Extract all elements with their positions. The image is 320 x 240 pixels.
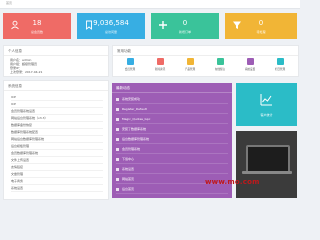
activity-label: 安装了数据库系统	[122, 127, 147, 131]
bullet-icon	[116, 97, 119, 101]
card-label: 客户统计	[260, 113, 273, 117]
settings-icon	[246, 58, 254, 65]
activity-label: 系统安装成功	[122, 97, 141, 101]
divider	[112, 92, 232, 93]
customer-stats-card[interactable]: 客户统计	[236, 83, 297, 126]
stat-label: 新增订单	[178, 30, 191, 34]
stat-card-orders[interactable]: 0 新增订单	[151, 13, 219, 39]
quick-item-messages[interactable]: 在线留言	[206, 58, 234, 71]
activity-label: 后台首页	[122, 187, 135, 191]
stat-card-members[interactable]: 18 总会员数	[3, 13, 71, 39]
activity-row[interactable]: 安装了数据库系统	[116, 125, 228, 134]
list-item[interactable]: 会员管理系统设置	[11, 108, 103, 115]
top-bar: 首页	[0, 0, 300, 9]
activity-label: 系统设置	[122, 167, 135, 171]
products-icon	[186, 58, 194, 65]
quick-item-news[interactable]: 新闻资讯	[146, 58, 174, 71]
watermark: www.mo.com	[205, 178, 260, 186]
stat-label: 总访问量	[104, 30, 117, 34]
list-item[interactable]: 网站后台管理系统（v3.3）	[11, 115, 103, 122]
list-item[interactable]: ICP	[11, 94, 103, 101]
quick-item-label: 栏目管理	[274, 68, 286, 71]
quick-item-products[interactable]: 产品管理	[176, 58, 204, 71]
members-icon	[126, 58, 134, 65]
bullet-icon	[116, 147, 119, 151]
divider	[4, 90, 108, 91]
activity-row[interactable]: 会员管理系统	[116, 145, 228, 154]
bullet-icon	[116, 107, 119, 111]
activity-label: 后台数据库管理系统	[122, 137, 150, 141]
stat-value: 0	[182, 19, 188, 27]
columns-icon	[276, 58, 284, 65]
activity-label: Register_Default	[122, 107, 147, 111]
panel-title: 系统信息	[8, 84, 22, 88]
list-item[interactable]: 电子商务	[11, 178, 103, 185]
bullet-icon	[116, 137, 119, 141]
info-panel: 个人信息 用户名：admin 用户组：超级管理员 登录IP： 上次登录：2017…	[3, 45, 109, 77]
list-item[interactable]: ICP	[11, 101, 103, 108]
stat-value: 18	[32, 19, 42, 27]
stat-label: 待处理	[256, 30, 266, 34]
list-item[interactable]: 友情链接	[11, 164, 103, 171]
list-item[interactable]: 后台模板管理	[11, 143, 103, 150]
top-bar-title: 首页	[6, 1, 13, 5]
activity-label: 会员管理系统	[122, 147, 141, 151]
activity-row[interactable]: 系统安装成功	[116, 95, 228, 104]
activity-row[interactable]: 系统设置	[116, 165, 228, 174]
quick-actions-panel: 常用功能 会员管理 新闻资讯 产品管理 在线留言 系统设置 栏目管理	[112, 45, 299, 77]
activity-row[interactable]: Register_Default	[116, 105, 228, 114]
bullet-icon	[116, 177, 119, 181]
system-info-panel: 系统信息 ICP ICP 会员管理系统设置 网站后台管理系统（v3.3） 数据库…	[3, 80, 109, 200]
divider	[113, 55, 298, 56]
chart-icon	[260, 91, 273, 106]
bullet-icon	[116, 157, 119, 161]
bullet-icon	[116, 187, 119, 191]
panel-title: 最新动态	[116, 86, 130, 90]
list-item[interactable]: 数据库管理系统配置	[11, 129, 103, 136]
activity-label: Magic_Quotes_Gpc	[122, 117, 151, 121]
news-icon	[156, 58, 164, 65]
laptop-base	[242, 171, 292, 174]
list-item[interactable]: 文件上传设置	[11, 157, 103, 164]
panel-title: 个人信息	[8, 49, 22, 53]
quick-item-members[interactable]: 会员管理	[116, 58, 144, 71]
activity-row[interactable]: 下载中心	[116, 155, 228, 164]
divider	[4, 55, 108, 56]
list-item[interactable]: 系统设置	[11, 185, 103, 192]
quick-item-label: 系统设置	[244, 68, 256, 71]
list-item[interactable]: 数据库备份恢复	[11, 122, 103, 129]
activity-row[interactable]: 后台首页	[116, 185, 228, 194]
list-item[interactable]: 网站后台数据库管理系统	[11, 136, 103, 143]
stat-value: 0	[258, 19, 264, 27]
stat-value: 9,036,584	[93, 19, 129, 27]
quick-item-label: 产品管理	[184, 68, 196, 71]
stat-label: 总会员数	[30, 30, 43, 34]
quick-item-label: 新闻资讯	[154, 68, 166, 71]
panel-title: 常用功能	[117, 49, 131, 53]
quick-item-columns[interactable]: 栏目管理	[266, 58, 294, 71]
quick-item-label: 在线留言	[214, 68, 226, 71]
bullet-icon	[116, 127, 119, 131]
bullet-icon	[116, 117, 119, 121]
stat-card-visits[interactable]: 9,036,584 总访问量	[77, 13, 145, 39]
quick-item-label: 会员管理	[124, 68, 136, 71]
activity-label: 下载中心	[122, 157, 135, 161]
messages-icon	[216, 58, 224, 65]
stat-card-pending[interactable]: 0 待处理	[225, 13, 297, 39]
activity-row[interactable]: Magic_Quotes_Gpc	[116, 115, 228, 124]
activity-row[interactable]: 后台数据库管理系统	[116, 135, 228, 144]
info-line: 上次登录：2017-04-21	[10, 70, 43, 74]
list-item[interactable]: 文章管理	[11, 171, 103, 178]
activity-label: 网站首页	[122, 177, 135, 181]
bullet-icon	[116, 167, 119, 171]
laptop-icon	[246, 145, 290, 173]
quick-item-settings[interactable]: 系统设置	[236, 58, 264, 71]
promo-image	[236, 131, 297, 198]
list-item[interactable]: 会员数据库管理系统	[11, 150, 103, 157]
